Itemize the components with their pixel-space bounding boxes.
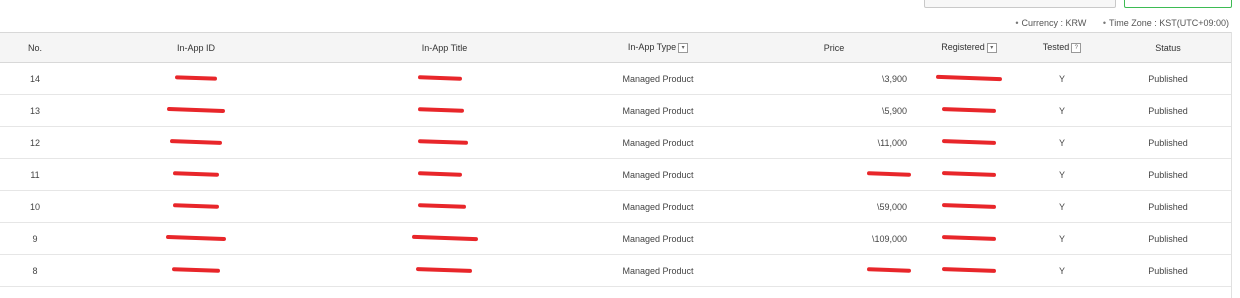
redacted-inapp-title[interactable] [422, 201, 462, 211]
row-number: 13 [0, 94, 70, 127]
timezone-label: Time Zone : KST(UTC+09:00) [1109, 18, 1229, 28]
bullet-icon: • [1015, 18, 1019, 28]
table-row[interactable]: 14 Managed Product \3,900 Y Published [0, 62, 1231, 95]
redacted-registered-date [946, 201, 992, 211]
tested-value: Y [1019, 94, 1105, 127]
price-value: \5,900 [749, 94, 919, 127]
price-value: \11,000 [749, 126, 919, 159]
in-app-products-table: No. In-App ID In-App Title In-App Type ▾ … [0, 32, 1231, 287]
status-value: Published [1105, 254, 1231, 287]
inapp-type: Managed Product [567, 254, 749, 287]
currency-label: Currency : KRW [1021, 18, 1087, 28]
column-header-price: Price [749, 32, 919, 63]
column-header-inapp-title: In-App Title [322, 32, 567, 63]
question-icon[interactable]: ? [1071, 42, 1082, 53]
column-header-inapp-id: In-App ID [70, 32, 322, 63]
redacted-inapp-title[interactable] [422, 73, 458, 83]
table-row[interactable]: 10 Managed Product \59,000 Y Published [0, 190, 1231, 223]
redacted-inapp-id[interactable] [177, 169, 215, 179]
inapp-type: Managed Product [567, 62, 749, 95]
price-value: \109,000 [749, 222, 919, 255]
tested-value: Y [1019, 62, 1105, 95]
row-number: 11 [0, 158, 70, 191]
redacted-inapp-title[interactable] [422, 105, 460, 115]
redacted-registered-date [946, 233, 992, 243]
status-value: Published [1105, 126, 1231, 159]
row-number: 12 [0, 126, 70, 159]
bullet-icon: • [1102, 18, 1107, 28]
row-number: 9 [0, 222, 70, 255]
redacted-inapp-id[interactable] [177, 201, 215, 211]
status-value: Published [1105, 94, 1231, 127]
tested-value: Y [1019, 222, 1105, 255]
row-number: 10 [0, 190, 70, 223]
redacted-inapp-title[interactable] [422, 137, 464, 147]
row-number: 8 [0, 254, 70, 287]
inapp-type: Managed Product [567, 94, 749, 127]
price-value: \3,900 [749, 62, 919, 95]
column-header-inapp-type[interactable]: In-App Type ▾ [567, 32, 749, 63]
redacted-registered-date [946, 137, 992, 147]
chevron-down-icon[interactable]: ▾ [986, 42, 997, 53]
tested-value: Y [1019, 190, 1105, 223]
redacted-inapp-id[interactable] [179, 73, 213, 83]
chevron-down-icon[interactable]: ▾ [678, 42, 689, 53]
tested-value: Y [1019, 158, 1105, 191]
toolbar-button[interactable] [924, 0, 1116, 8]
primary-toolbar-button[interactable] [1124, 0, 1232, 8]
redacted-inapp-title[interactable] [422, 169, 458, 179]
redacted-registered-date [940, 73, 998, 83]
status-value: Published [1105, 222, 1231, 255]
row-number: 14 [0, 62, 70, 95]
inapp-type: Managed Product [567, 158, 749, 191]
inapp-type: Managed Product [567, 126, 749, 159]
inapp-type: Managed Product [567, 222, 749, 255]
redacted-registered-date [946, 105, 992, 115]
top-toolbar [0, 0, 1240, 14]
column-header-tested[interactable]: Tested? [1019, 32, 1105, 63]
column-header-status: Status [1105, 32, 1231, 63]
inapp-type: Managed Product [567, 190, 749, 223]
redacted-inapp-id[interactable] [174, 137, 218, 147]
redacted-inapp-title[interactable] [416, 233, 474, 243]
redacted-inapp-id[interactable] [176, 265, 216, 275]
redacted-registered-date [946, 169, 992, 179]
tested-value: Y [1019, 254, 1105, 287]
status-value: Published [1105, 62, 1231, 95]
column-header-registered[interactable]: Registered ▾ [919, 32, 1019, 63]
redacted-inapp-id[interactable] [170, 233, 222, 243]
tested-value: Y [1019, 126, 1105, 159]
table-row[interactable]: 11 Managed Product Y Published [0, 158, 1231, 191]
redacted-inapp-id[interactable] [171, 105, 221, 115]
table-header-row: No. In-App ID In-App Title In-App Type ▾ … [0, 32, 1231, 63]
status-value: Published [1105, 190, 1231, 223]
table-right-border [1231, 32, 1232, 298]
status-value: Published [1105, 158, 1231, 191]
table-row[interactable]: 9 Managed Product \109,000 Y Published [0, 222, 1231, 255]
redacted-inapp-title[interactable] [420, 265, 468, 275]
redacted-price [871, 169, 907, 179]
table-row[interactable]: 12 Managed Product \11,000 Y Published [0, 126, 1231, 159]
column-header-no: No. [0, 32, 70, 63]
table-row[interactable]: 8 Managed Product Y Published [0, 254, 1231, 287]
currency-timezone-info: • Currency : KRW • Time Zone : KST(UTC+09:… [1015, 18, 1229, 28]
redacted-registered-date [946, 265, 992, 275]
price-value: \59,000 [749, 190, 919, 223]
redacted-price [871, 265, 907, 275]
table-row[interactable]: 13 Managed Product \5,900 Y Published [0, 94, 1231, 127]
